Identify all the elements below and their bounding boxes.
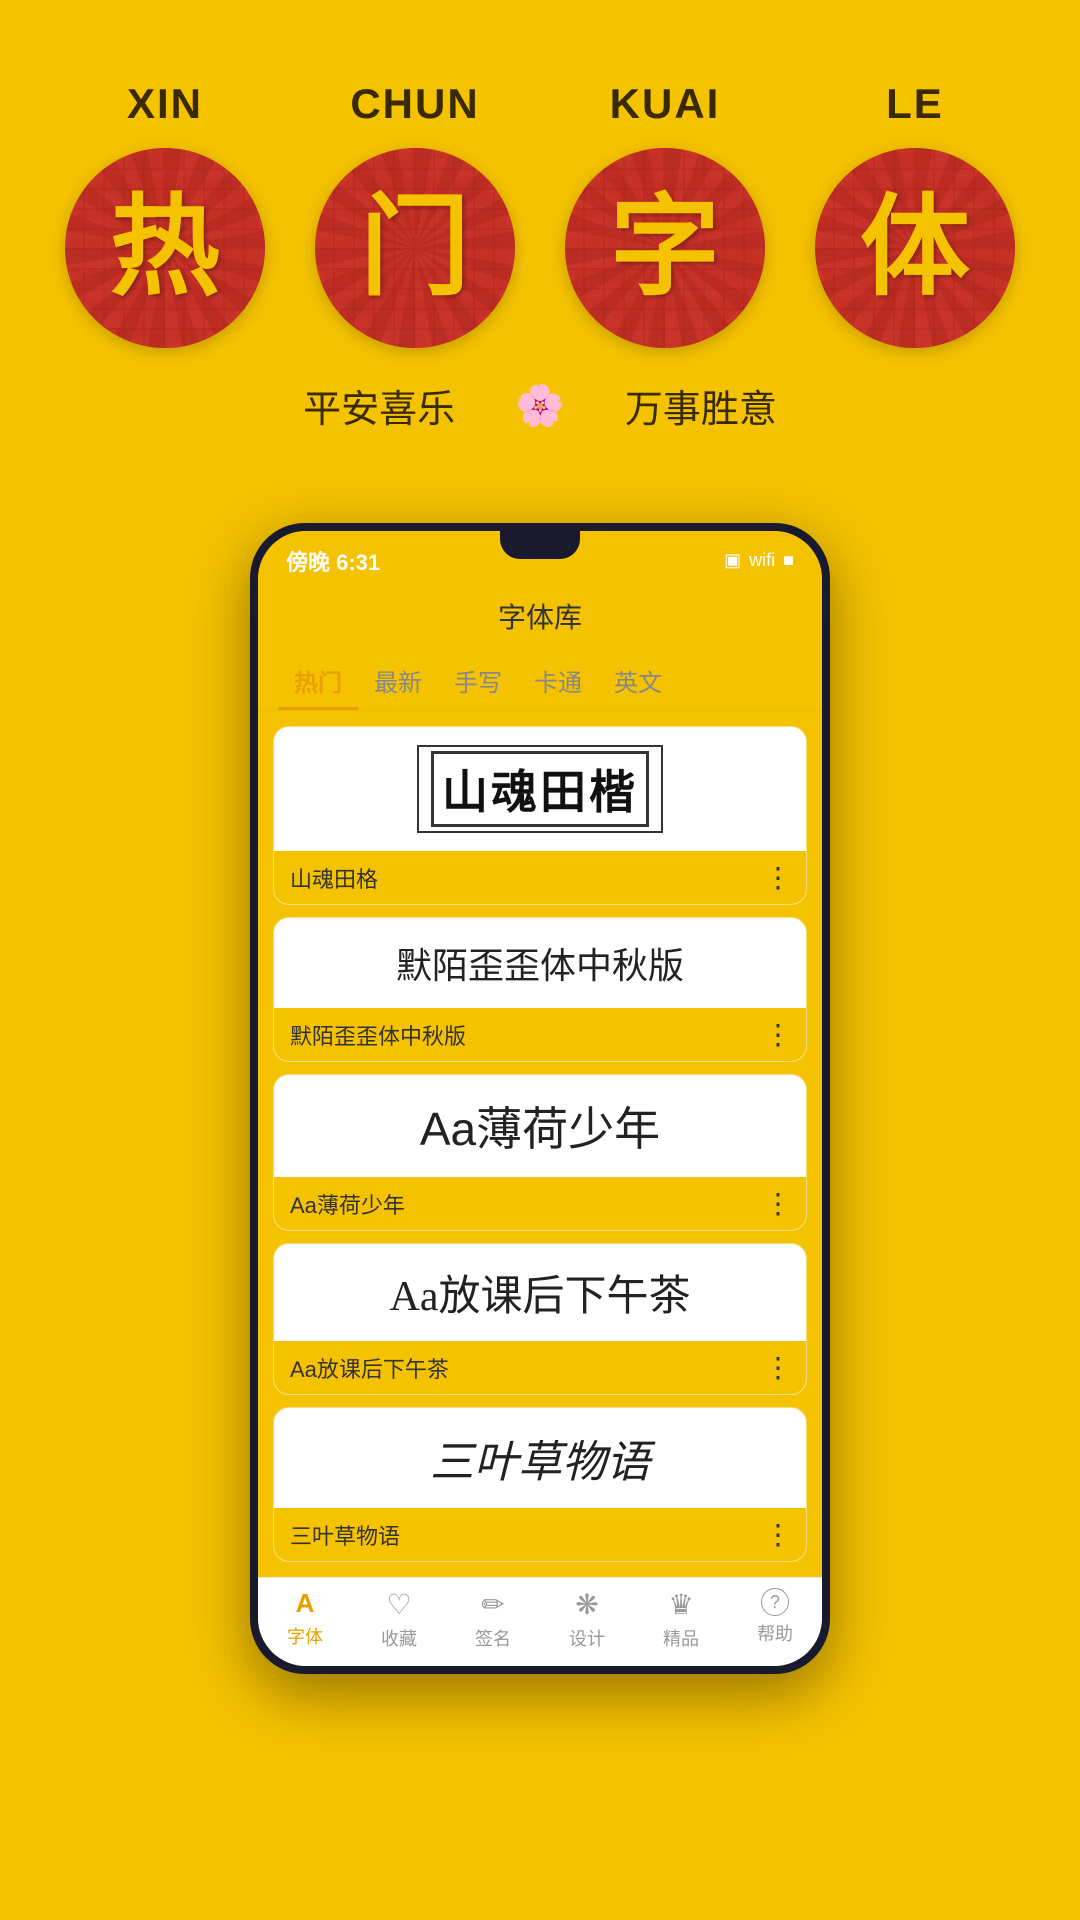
nav-favorites[interactable]: ♡ 收藏 xyxy=(352,1588,446,1651)
top-section: XIN CHUN KUAI LE 热 xyxy=(0,0,1080,523)
tab-cartoon[interactable]: 卡通 xyxy=(518,651,598,710)
font-preview-4: Aa放课后下午茶 xyxy=(274,1244,806,1341)
latin-le: LE xyxy=(815,80,1015,128)
font-preview-5: 三叶草物语 xyxy=(274,1408,806,1508)
nav-favorites-label: 收藏 xyxy=(381,1625,417,1651)
tab-bar[interactable]: 热门 最新 手写 卡通 英文 xyxy=(258,651,822,711)
font-name-2: 默陌歪歪体中秋版 xyxy=(290,1019,466,1051)
pen-icon: ✏ xyxy=(481,1588,504,1621)
font-preview-text-3: Aa薄荷少年 xyxy=(420,1093,660,1159)
phone-mockup: 傍晚 6:31 ▣ wifi ■ 字体库 热门 最新 xyxy=(250,523,830,1674)
fonts-icon: A xyxy=(296,1588,315,1619)
circle-re: 热 xyxy=(65,148,265,348)
font-card-5[interactable]: 三叶草物语 三叶草物语 ⋮ xyxy=(273,1407,807,1562)
latin-labels: XIN CHUN KUAI LE xyxy=(40,80,1040,128)
char-men: 门 xyxy=(360,193,470,303)
tab-english[interactable]: 英文 xyxy=(598,651,678,710)
font-name-4: Aa放课后下午茶 xyxy=(290,1352,449,1384)
nav-design-label: 设计 xyxy=(569,1625,605,1651)
font-list: 山魂田楷 山魂田格 ⋮ 默陌歪歪体中秋版 默陌歪歪体中秋版 ⋮ xyxy=(258,711,822,1577)
phone-screen: 傍晚 6:31 ▣ wifi ■ 字体库 热门 最新 xyxy=(258,531,822,1666)
font-preview-2: 默陌歪歪体中秋版 xyxy=(274,918,806,1008)
char-ti: 体 xyxy=(860,193,970,303)
app-title: 字体库 xyxy=(258,586,822,651)
app-title-text: 字体库 xyxy=(498,602,582,633)
status-icons: ▣ wifi ■ xyxy=(724,550,794,571)
font-name-row-5: 三叶草物语 ⋮ xyxy=(274,1508,806,1561)
nav-signature-label: 签名 xyxy=(475,1625,511,1651)
latin-kuai: KUAI xyxy=(565,80,765,128)
more-button-2[interactable]: ⋮ xyxy=(764,1018,790,1051)
nav-design[interactable]: ❋ 设计 xyxy=(540,1588,634,1651)
battery-icon: ▣ xyxy=(724,550,741,571)
font-preview-text-4: Aa放课后下午茶 xyxy=(390,1262,691,1323)
more-button-4[interactable]: ⋮ xyxy=(764,1351,790,1384)
font-preview-text-5: 三叶草物语 xyxy=(430,1426,650,1490)
phone-notch xyxy=(500,531,580,559)
design-icon: ❋ xyxy=(575,1588,598,1621)
more-button-3[interactable]: ⋮ xyxy=(764,1187,790,1220)
tab-handwriting[interactable]: 手写 xyxy=(438,651,518,710)
font-name-5: 三叶草物语 xyxy=(290,1519,400,1551)
subtitle-left: 平安喜乐 xyxy=(303,378,455,433)
font-name-1: 山魂田格 xyxy=(290,862,378,894)
nav-fonts[interactable]: A 字体 xyxy=(258,1588,352,1651)
signal-icon: ■ xyxy=(783,550,794,571)
font-card-2[interactable]: 默陌歪歪体中秋版 默陌歪歪体中秋版 ⋮ xyxy=(273,917,807,1062)
nav-help[interactable]: ? 帮助 xyxy=(728,1588,822,1651)
more-button-5[interactable]: ⋮ xyxy=(764,1518,790,1551)
font-preview-1: 山魂田楷 xyxy=(274,727,806,851)
circle-ti: 体 xyxy=(815,148,1015,348)
font-name-row-1: 山魂田格 ⋮ xyxy=(274,851,806,904)
nav-premium-label: 精品 xyxy=(663,1625,699,1651)
font-card-1[interactable]: 山魂田楷 山魂田格 ⋮ xyxy=(273,726,807,905)
font-card-4[interactable]: Aa放课后下午茶 Aa放课后下午茶 ⋮ xyxy=(273,1243,807,1395)
nav-fonts-label: 字体 xyxy=(287,1623,323,1649)
tab-newest[interactable]: 最新 xyxy=(358,651,438,710)
nav-signature[interactable]: ✏ 签名 xyxy=(446,1588,540,1651)
subtitle-right: 万事胜意 xyxy=(625,378,777,433)
nav-premium[interactable]: ♛ 精品 xyxy=(634,1588,728,1651)
latin-xin: XIN xyxy=(65,80,265,128)
help-icon: ? xyxy=(761,1588,789,1616)
phone-wrapper: 傍晚 6:31 ▣ wifi ■ 字体库 热门 最新 xyxy=(0,523,1080,1734)
more-button-1[interactable]: ⋮ xyxy=(764,861,790,894)
char-zi: 字 xyxy=(610,193,720,303)
tab-hot[interactable]: 热门 xyxy=(278,651,358,710)
font-name-row-4: Aa放课后下午茶 ⋮ xyxy=(274,1341,806,1394)
lotus-icon: 🌸 xyxy=(515,382,565,429)
circle-men: 门 xyxy=(315,148,515,348)
latin-chun: CHUN xyxy=(315,80,515,128)
wifi-icon: wifi xyxy=(749,550,775,571)
nav-help-label: 帮助 xyxy=(757,1620,793,1646)
font-preview-3: Aa薄荷少年 xyxy=(274,1075,806,1177)
font-name-3: Aa薄荷少年 xyxy=(290,1188,405,1220)
subtitle-row: 平安喜乐 🌸 万事胜意 xyxy=(40,378,1040,433)
font-preview-text-1: 山魂田楷 xyxy=(417,745,663,833)
font-preview-text-2: 默陌歪歪体中秋版 xyxy=(396,937,684,989)
circle-zi: 字 xyxy=(565,148,765,348)
font-card-3[interactable]: Aa薄荷少年 Aa薄荷少年 ⋮ xyxy=(273,1074,807,1231)
status-time: 傍晚 6:31 xyxy=(286,545,380,577)
font-name-row-2: 默陌歪歪体中秋版 ⋮ xyxy=(274,1008,806,1061)
font-name-row-3: Aa薄荷少年 ⋮ xyxy=(274,1177,806,1230)
heart-icon: ♡ xyxy=(386,1588,411,1621)
char-re: 热 xyxy=(110,193,220,303)
circles-row: 热 门 xyxy=(40,148,1040,348)
crown-icon: ♛ xyxy=(668,1588,693,1621)
bottom-nav[interactable]: A 字体 ♡ 收藏 ✏ 签名 ❋ 设计 ♛ 精品 xyxy=(258,1577,822,1666)
